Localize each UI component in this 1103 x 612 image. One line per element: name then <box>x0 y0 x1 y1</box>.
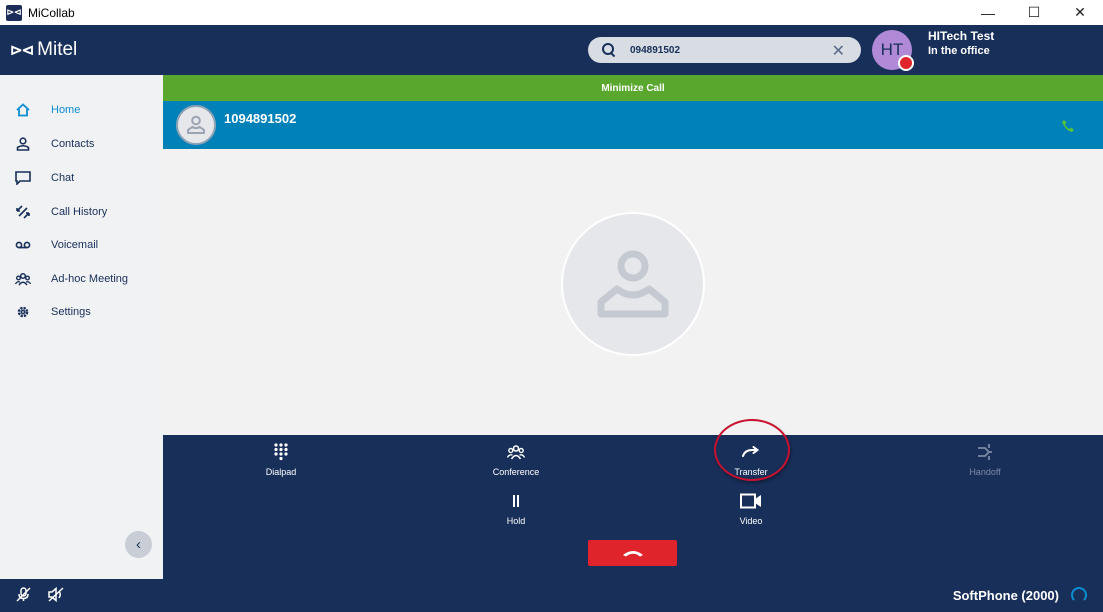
logo-text: Mitel <box>37 39 78 60</box>
sidebar-item-adhoc-meeting[interactable]: Ad-hoc Meeting <box>0 265 163 293</box>
transfer-button[interactable]: Transfer <box>711 441 791 477</box>
sidebar-item-label: Settings <box>51 306 91 318</box>
clear-search-icon[interactable]: ✕ <box>832 41 845 61</box>
caller-avatar-large <box>561 212 705 356</box>
window-title: MiCollab <box>28 5 75 20</box>
end-call-button[interactable] <box>588 540 677 566</box>
softphone-status-icon[interactable] <box>1071 587 1087 603</box>
mitel-logo: ⊳⊲ Mitel <box>10 39 77 61</box>
dialpad-icon <box>241 441 321 463</box>
search-box[interactable]: ✕ <box>588 37 861 63</box>
sidebar-item-label: Chat <box>51 172 75 184</box>
minimize-call-button[interactable]: Minimize Call <box>163 75 1103 101</box>
sidebar-item-label: Contacts <box>51 138 95 150</box>
chevron-left-icon: ‹ <box>136 536 141 553</box>
video-camera-icon <box>711 490 791 512</box>
sidebar-item-label: Call History <box>51 206 108 218</box>
speaker-muted-icon[interactable] <box>48 586 64 606</box>
close-icon[interactable]: ✕ <box>1057 0 1103 25</box>
caller-number: 1094891502 <box>224 111 297 126</box>
phone-icon <box>1061 119 1075 133</box>
mic-muted-icon[interactable] <box>16 587 31 606</box>
sidebar-item-label: Voicemail <box>51 239 99 251</box>
video-button[interactable]: Video <box>711 490 791 526</box>
maximize-icon[interactable]: ☐ <box>1011 0 1057 25</box>
handoff-label: Handoff <box>969 467 1001 477</box>
conference-button[interactable]: Conference <box>476 441 556 477</box>
caller-avatar-small <box>176 105 216 145</box>
home-icon <box>15 102 31 118</box>
window-titlebar: ⊳⊲ MiCollab — ☐ ✕ <box>0 0 1103 25</box>
sidebar-item-chat[interactable]: Chat <box>0 164 163 192</box>
hold-label: Hold <box>506 516 526 526</box>
user-status[interactable]: In the office <box>928 45 990 57</box>
device-status[interactable]: SoftPhone (2000) <box>953 588 1059 603</box>
hang-up-icon <box>622 544 644 562</box>
sidebar-item-label: Home <box>51 104 81 116</box>
sidebar-item-home[interactable]: Home <box>0 96 163 124</box>
search-icon <box>602 43 616 57</box>
call-history-icon <box>15 204 31 220</box>
collapse-sidebar-button[interactable]: ‹ <box>125 531 152 558</box>
call-controls: Dialpad Conference Transfer Handoff Hold… <box>163 419 1103 579</box>
app-header: ⊳⊲ Mitel ✕ HT HITech Test In the office <box>0 25 1103 75</box>
conference-icon <box>476 441 556 463</box>
sidebar-item-contacts[interactable]: Contacts <box>0 130 163 158</box>
transfer-icon <box>711 441 791 463</box>
dialpad-label: Dialpad <box>265 467 297 477</box>
dialpad-button[interactable]: Dialpad <box>241 441 321 477</box>
sidebar-item-call-history[interactable]: Call History <box>0 198 163 226</box>
meeting-icon <box>15 271 31 287</box>
minimize-icon[interactable]: — <box>965 0 1011 25</box>
micollab-logo-icon: ⊳⊲ <box>6 4 22 21</box>
voicemail-icon <box>15 237 31 253</box>
search-input[interactable] <box>630 44 810 56</box>
call-stage <box>163 149 1103 435</box>
sidebar-item-label: Ad-hoc Meeting <box>51 273 129 285</box>
sidebar: Home Contacts Chat Call History Voicemai… <box>0 75 163 579</box>
pause-icon <box>476 490 556 512</box>
chat-icon <box>15 170 31 186</box>
transfer-label: Transfer <box>734 467 768 477</box>
handoff-icon <box>945 441 1025 463</box>
contact-icon <box>15 136 31 152</box>
status-footer: SoftPhone (2000) <box>0 579 1103 612</box>
user-name[interactable]: HITech Test <box>928 29 994 43</box>
sidebar-item-settings[interactable]: Settings <box>0 298 163 326</box>
gear-icon <box>15 304 31 320</box>
handoff-button[interactable]: Handoff <box>945 441 1025 477</box>
presence-indicator <box>898 55 914 71</box>
video-label: Video <box>739 516 763 526</box>
active-call-bar: 1094891502 <box>163 101 1103 149</box>
sidebar-item-voicemail[interactable]: Voicemail <box>0 231 163 259</box>
window-controls: — ☐ ✕ <box>965 0 1103 25</box>
mitel-mark-icon: ⊳⊲ <box>10 42 34 59</box>
hold-button[interactable]: Hold <box>476 490 556 526</box>
conference-label: Conference <box>492 467 540 477</box>
